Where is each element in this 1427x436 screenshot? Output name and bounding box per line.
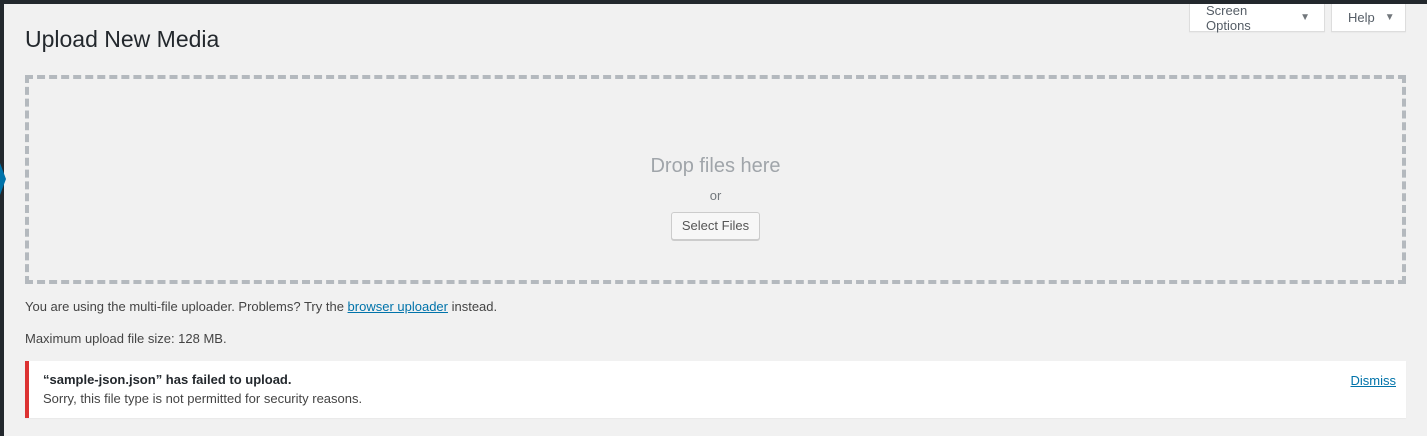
help-label: Help <box>1348 10 1375 25</box>
select-files-button[interactable]: Select Files <box>670 212 761 240</box>
drop-or-text: or <box>709 188 722 203</box>
screen-meta-links: Screen Options ▼ Help ▼ <box>1189 2 1406 33</box>
screen-options-label: Screen Options <box>1206 2 1251 33</box>
page-title: Upload New Media <box>25 26 220 52</box>
current-menu-arrow-icon <box>0 163 6 195</box>
uploader-help-prefix: You are using the multi-file uploader. P… <box>25 299 348 314</box>
error-title: “sample-json.json” has failed to upload. <box>43 372 292 387</box>
error-message: Sorry, this file type is not permitted f… <box>43 391 363 406</box>
browser-uploader-link[interactable]: browser uploader <box>348 299 448 314</box>
dismiss-link[interactable]: Dismiss <box>1351 372 1397 390</box>
upload-error-notice: “sample-json.json” has failed to upload.… <box>25 361 1406 418</box>
help-button[interactable]: Help ▼ <box>1331 4 1406 32</box>
admin-menu-edge <box>0 4 4 436</box>
uploader-help-suffix: instead. <box>447 299 498 314</box>
screen-options-button[interactable]: Screen Options ▼ <box>1189 2 1325 33</box>
drag-drop-area[interactable]: Drop files here or Select Files <box>25 75 1406 284</box>
max-upload-size-text: Maximum upload file size: 128 MB. <box>25 331 227 346</box>
drag-drop-inside: Drop files here or Select Files <box>29 153 1402 240</box>
uploader-help-text: You are using the multi-file uploader. P… <box>25 298 497 316</box>
drop-instructions: Drop files here <box>650 155 781 177</box>
triangle-down-icon: ▼ <box>1384 12 1395 23</box>
triangle-down-icon: ▼ <box>1300 12 1310 23</box>
